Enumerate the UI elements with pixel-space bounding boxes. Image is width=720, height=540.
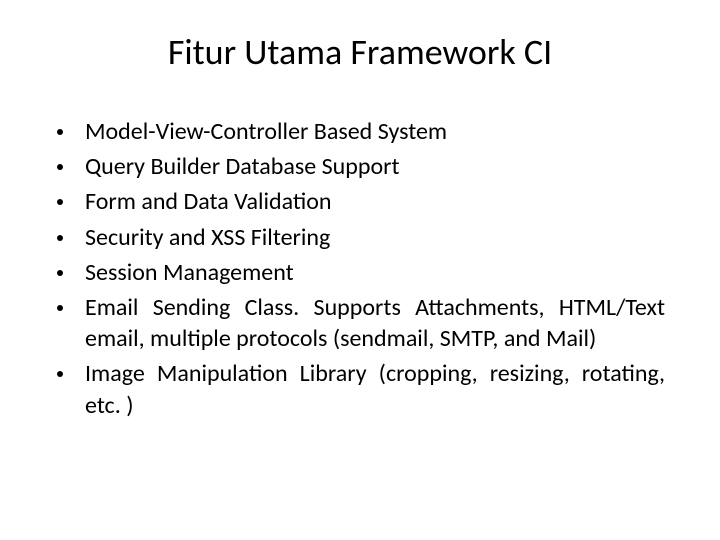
list-item: Email Sending Class. Supports Attachment… bbox=[55, 292, 665, 354]
list-item-text: Session Management bbox=[85, 257, 665, 288]
bullet-icon bbox=[57, 305, 63, 311]
feature-list: Model-View-Controller Based System Query… bbox=[55, 116, 665, 421]
bullet-icon bbox=[57, 199, 63, 205]
list-item: Model-View-Controller Based System bbox=[55, 116, 665, 147]
bullet-icon bbox=[57, 371, 63, 377]
bullet-icon bbox=[57, 235, 63, 241]
bullet-icon bbox=[57, 164, 63, 170]
slide-title: Fitur Utama Framework CI bbox=[55, 30, 665, 74]
list-item-text: Form and Data Validation bbox=[85, 186, 665, 217]
list-item-text: Model-View-Controller Based System bbox=[85, 116, 665, 147]
list-item: Image Manipulation Library (cropping, re… bbox=[55, 358, 665, 420]
bullet-icon bbox=[57, 270, 63, 276]
list-item: Query Builder Database Support bbox=[55, 151, 665, 182]
list-item-text: Image Manipulation Library (cropping, re… bbox=[85, 358, 665, 420]
list-item: Form and Data Validation bbox=[55, 186, 665, 217]
list-item-text: Email Sending Class. Supports Attachment… bbox=[85, 292, 665, 354]
list-item: Session Management bbox=[55, 257, 665, 288]
bullet-icon bbox=[57, 129, 63, 135]
list-item: Security and XSS Filtering bbox=[55, 222, 665, 253]
list-item-text: Security and XSS Filtering bbox=[85, 222, 665, 253]
list-item-text: Query Builder Database Support bbox=[85, 151, 665, 182]
